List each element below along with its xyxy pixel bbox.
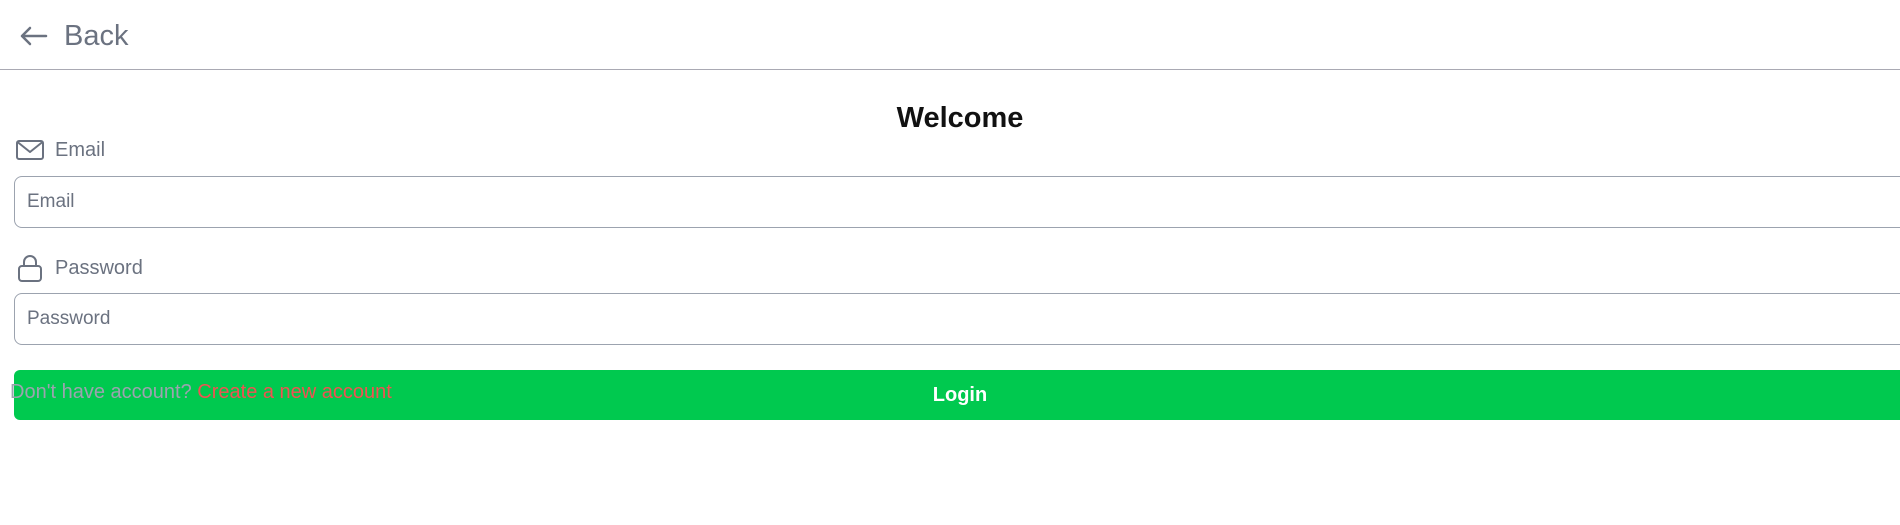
password-label-text: Password [55,257,143,279]
password-label: Password [15,253,143,283]
signup-prompt: Don't have account? Create a new account [10,379,392,405]
page-title: Welcome [896,102,1024,134]
signup-text: Don't have account? [10,381,192,403]
password-field[interactable] [14,293,1900,345]
top-bar: Back [0,0,1900,70]
email-label-text: Email [55,139,106,161]
email-field[interactable] [14,176,1900,228]
back-button[interactable]: Back [18,16,128,56]
lock-icon [18,255,42,282]
back-label: Back [64,20,129,52]
arrow-left-icon [20,26,48,46]
email-label: Email [15,137,105,163]
create-account-link[interactable]: Create a new account [197,381,392,403]
mail-icon [16,140,44,160]
